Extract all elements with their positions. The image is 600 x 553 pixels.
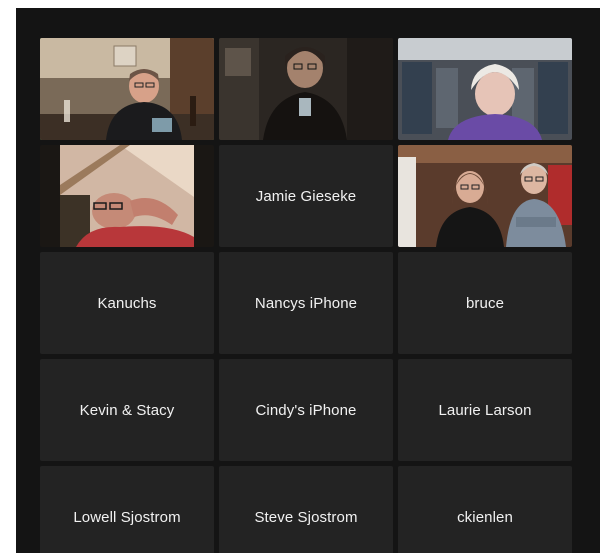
participant-tile-video-3[interactable] [398, 38, 572, 140]
participant-name: Nancys iPhone [254, 294, 358, 312]
participant-tile-laurie-larson[interactable]: Laurie Larson [398, 359, 572, 461]
participant-gallery-grid: Jamie Gieseke Kanuchs Nancys iPhone bruc… [40, 38, 572, 553]
participant-tile-bruce[interactable]: bruce [398, 252, 572, 354]
participant-name: bruce [465, 294, 505, 312]
participant-name: Steve Sjostrom [254, 508, 358, 526]
participant-name: Kevin & Stacy [79, 401, 175, 419]
participant-tile-kevin-stacy[interactable]: Kevin & Stacy [40, 359, 214, 461]
participant-tile-cindys-iphone[interactable]: Cindy's iPhone [219, 359, 393, 461]
participant-name: Cindy's iPhone [255, 401, 357, 419]
participant-tile-video-2[interactable] [219, 38, 393, 140]
participant-name: Kanuchs [97, 294, 157, 312]
participant-tile-lowell-sjostrom[interactable]: Lowell Sjostrom [40, 466, 214, 553]
avatar-woman-white-hair-purple-icon [398, 38, 572, 140]
participant-tile-nancys-iphone[interactable]: Nancys iPhone [219, 252, 393, 354]
participant-tile-video-4[interactable] [40, 145, 214, 247]
participant-tile-kanuchs[interactable]: Kanuchs [40, 252, 214, 354]
participant-name: Jamie Gieseke [255, 187, 357, 205]
avatar-man-glasses-bar-icon [40, 38, 214, 140]
participant-tile-video-6[interactable] [398, 145, 572, 247]
participant-name: Laurie Larson [438, 401, 532, 419]
participant-tile-ckienlen[interactable]: ckienlen [398, 466, 572, 553]
participant-name: ckienlen [457, 508, 513, 526]
participant-tile-video-1[interactable] [40, 38, 214, 140]
video-call-window: Jamie Gieseke Kanuchs Nancys iPhone bruc… [16, 8, 600, 553]
avatar-man-reclining-glasses-icon [60, 145, 194, 247]
participant-tile-jamie-gieseke[interactable]: Jamie Gieseke [219, 145, 393, 247]
participant-name: Lowell Sjostrom [73, 508, 181, 526]
participant-tile-steve-sjostrom[interactable]: Steve Sjostrom [219, 466, 393, 553]
avatar-woman-glasses-dark-icon [219, 38, 393, 140]
avatar-couple-glasses-icon [398, 145, 572, 247]
